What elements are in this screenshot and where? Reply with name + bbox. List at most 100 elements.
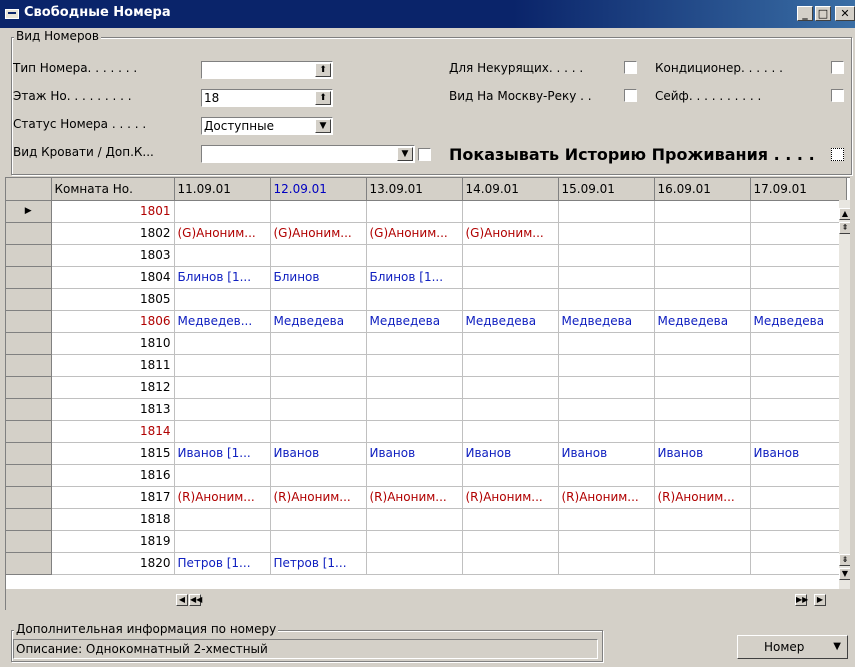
room-row[interactable]: 1805 (6, 288, 847, 311)
booking-cell[interactable] (270, 288, 367, 311)
scroll-left-icon[interactable]: ◀ (176, 594, 188, 606)
history-checkbox[interactable] (831, 148, 844, 161)
maximize-button[interactable]: □ (815, 6, 831, 21)
booking-cell[interactable] (558, 420, 655, 443)
booking-cell[interactable] (750, 508, 847, 531)
booking-cell[interactable] (654, 376, 751, 399)
row-selector[interactable] (6, 310, 52, 333)
booking-cell[interactable] (558, 354, 655, 377)
booking-cell[interactable]: Иванов (270, 442, 367, 465)
booking-cell[interactable]: Иванов (462, 442, 559, 465)
room-number-cell[interactable]: 1818 (51, 508, 175, 531)
room-number-cell[interactable]: 1819 (51, 530, 175, 553)
booking-cell[interactable] (558, 508, 655, 531)
room-row[interactable]: 1811 (6, 354, 847, 377)
booking-cell[interactable] (750, 244, 847, 267)
booking-cell[interactable] (558, 332, 655, 355)
booking-cell[interactable] (750, 222, 847, 245)
scroll-right-icon[interactable]: ▶ (814, 594, 826, 606)
booking-cell[interactable]: (G)Аноним... (366, 222, 463, 245)
room-row[interactable]: 1817 (R)Аноним... (R)Аноним... (R)Аноним...… (6, 486, 847, 509)
scroll-down-icon[interactable]: ▼ (839, 568, 850, 580)
room-type-field[interactable]: ⬆ (201, 61, 333, 79)
booking-cell[interactable] (462, 244, 559, 267)
booking-cell[interactable]: Петров [1... (174, 552, 271, 575)
booking-cell[interactable] (174, 398, 271, 421)
booking-cell[interactable] (174, 332, 271, 355)
date-column-header[interactable]: 14.09.01 (462, 178, 559, 201)
room-row[interactable]: 1814 (6, 420, 847, 443)
booking-cell[interactable] (558, 244, 655, 267)
booking-cell[interactable] (366, 288, 463, 311)
booking-cell[interactable] (366, 376, 463, 399)
booking-cell[interactable] (366, 332, 463, 355)
row-selector[interactable] (6, 508, 52, 531)
booking-cell[interactable] (174, 464, 271, 487)
booking-cell[interactable] (558, 200, 655, 223)
row-selector[interactable] (6, 530, 52, 553)
booking-cell[interactable] (174, 508, 271, 531)
row-selector[interactable] (6, 332, 52, 355)
room-number-cell[interactable]: 1813 (51, 398, 175, 421)
booking-cell[interactable] (366, 530, 463, 553)
booking-cell[interactable] (462, 354, 559, 377)
row-selector[interactable] (6, 442, 52, 465)
booking-cell[interactable]: Иванов [1... (174, 442, 271, 465)
date-column-header[interactable]: 15.09.01 (558, 178, 655, 201)
booking-cell[interactable] (174, 288, 271, 311)
row-selector[interactable] (6, 552, 52, 575)
room-number-cell[interactable]: 1811 (51, 354, 175, 377)
booking-cell[interactable] (654, 420, 751, 443)
booking-cell[interactable] (270, 244, 367, 267)
booking-cell[interactable] (366, 464, 463, 487)
row-selector[interactable] (6, 288, 52, 311)
room-number-cell[interactable]: 1805 (51, 288, 175, 311)
booking-cell[interactable] (558, 552, 655, 575)
booking-cell[interactable] (174, 376, 271, 399)
booking-cell[interactable]: (R)Аноним... (558, 486, 655, 509)
booking-cell[interactable]: (G)Аноним... (174, 222, 271, 245)
scroll-first-icon[interactable]: ◀◀ (189, 594, 202, 606)
booking-cell[interactable] (366, 244, 463, 267)
booking-cell[interactable] (366, 552, 463, 575)
room-number-cell[interactable]: 1815 (51, 442, 175, 465)
booking-cell[interactable] (366, 420, 463, 443)
booking-cell[interactable] (462, 420, 559, 443)
date-column-header[interactable]: 16.09.01 (654, 178, 751, 201)
booking-cell[interactable]: Медведев... (174, 310, 271, 333)
conditioner-checkbox[interactable] (831, 61, 844, 74)
vertical-scrollbar[interactable]: ▲ ⇞ ⇟ ▼ (839, 200, 850, 604)
booking-cell[interactable] (654, 222, 751, 245)
horizontal-scrollbar[interactable]: ◀ ◀◀ ▶▶ ▶ (6, 589, 850, 610)
booking-cell[interactable] (750, 288, 847, 311)
row-selector[interactable] (6, 420, 52, 443)
booking-cell[interactable] (750, 376, 847, 399)
room-row[interactable]: 1810 (6, 332, 847, 355)
booking-cell[interactable] (654, 508, 751, 531)
room-number-cell[interactable]: 1812 (51, 376, 175, 399)
booking-cell[interactable] (462, 530, 559, 553)
room-row[interactable]: 1806 Медведев... Медведева Медведева Медведе… (6, 310, 847, 333)
booking-cell[interactable] (462, 464, 559, 487)
booking-cell[interactable]: (R)Аноним... (654, 486, 751, 509)
booking-cell[interactable] (270, 530, 367, 553)
booking-cell[interactable]: (G)Аноним... (462, 222, 559, 245)
scroll-page-up-icon[interactable]: ⇞ (839, 222, 850, 234)
bed-type-select[interactable]: ▼ (201, 145, 415, 163)
date-column-header[interactable]: 11.09.01 (174, 178, 271, 201)
booking-cell[interactable] (750, 464, 847, 487)
booking-cell[interactable] (270, 420, 367, 443)
current-row-indicator-icon[interactable]: ▶ (6, 200, 52, 223)
booking-cell[interactable] (654, 398, 751, 421)
booking-cell[interactable] (558, 266, 655, 289)
booking-cell[interactable] (750, 552, 847, 575)
room-number-cell[interactable]: 1801 (51, 200, 175, 223)
booking-cell[interactable] (462, 552, 559, 575)
room-row[interactable]: 1820 Петров [1... Петров [1... (6, 552, 847, 575)
booking-cell[interactable] (558, 376, 655, 399)
booking-cell[interactable] (174, 420, 271, 443)
room-row[interactable]: 1815 Иванов [1... Иванов Иванов Иванов Иванов… (6, 442, 847, 465)
booking-cell[interactable]: (R)Аноним... (174, 486, 271, 509)
booking-cell[interactable] (750, 354, 847, 377)
booking-cell[interactable] (750, 420, 847, 443)
